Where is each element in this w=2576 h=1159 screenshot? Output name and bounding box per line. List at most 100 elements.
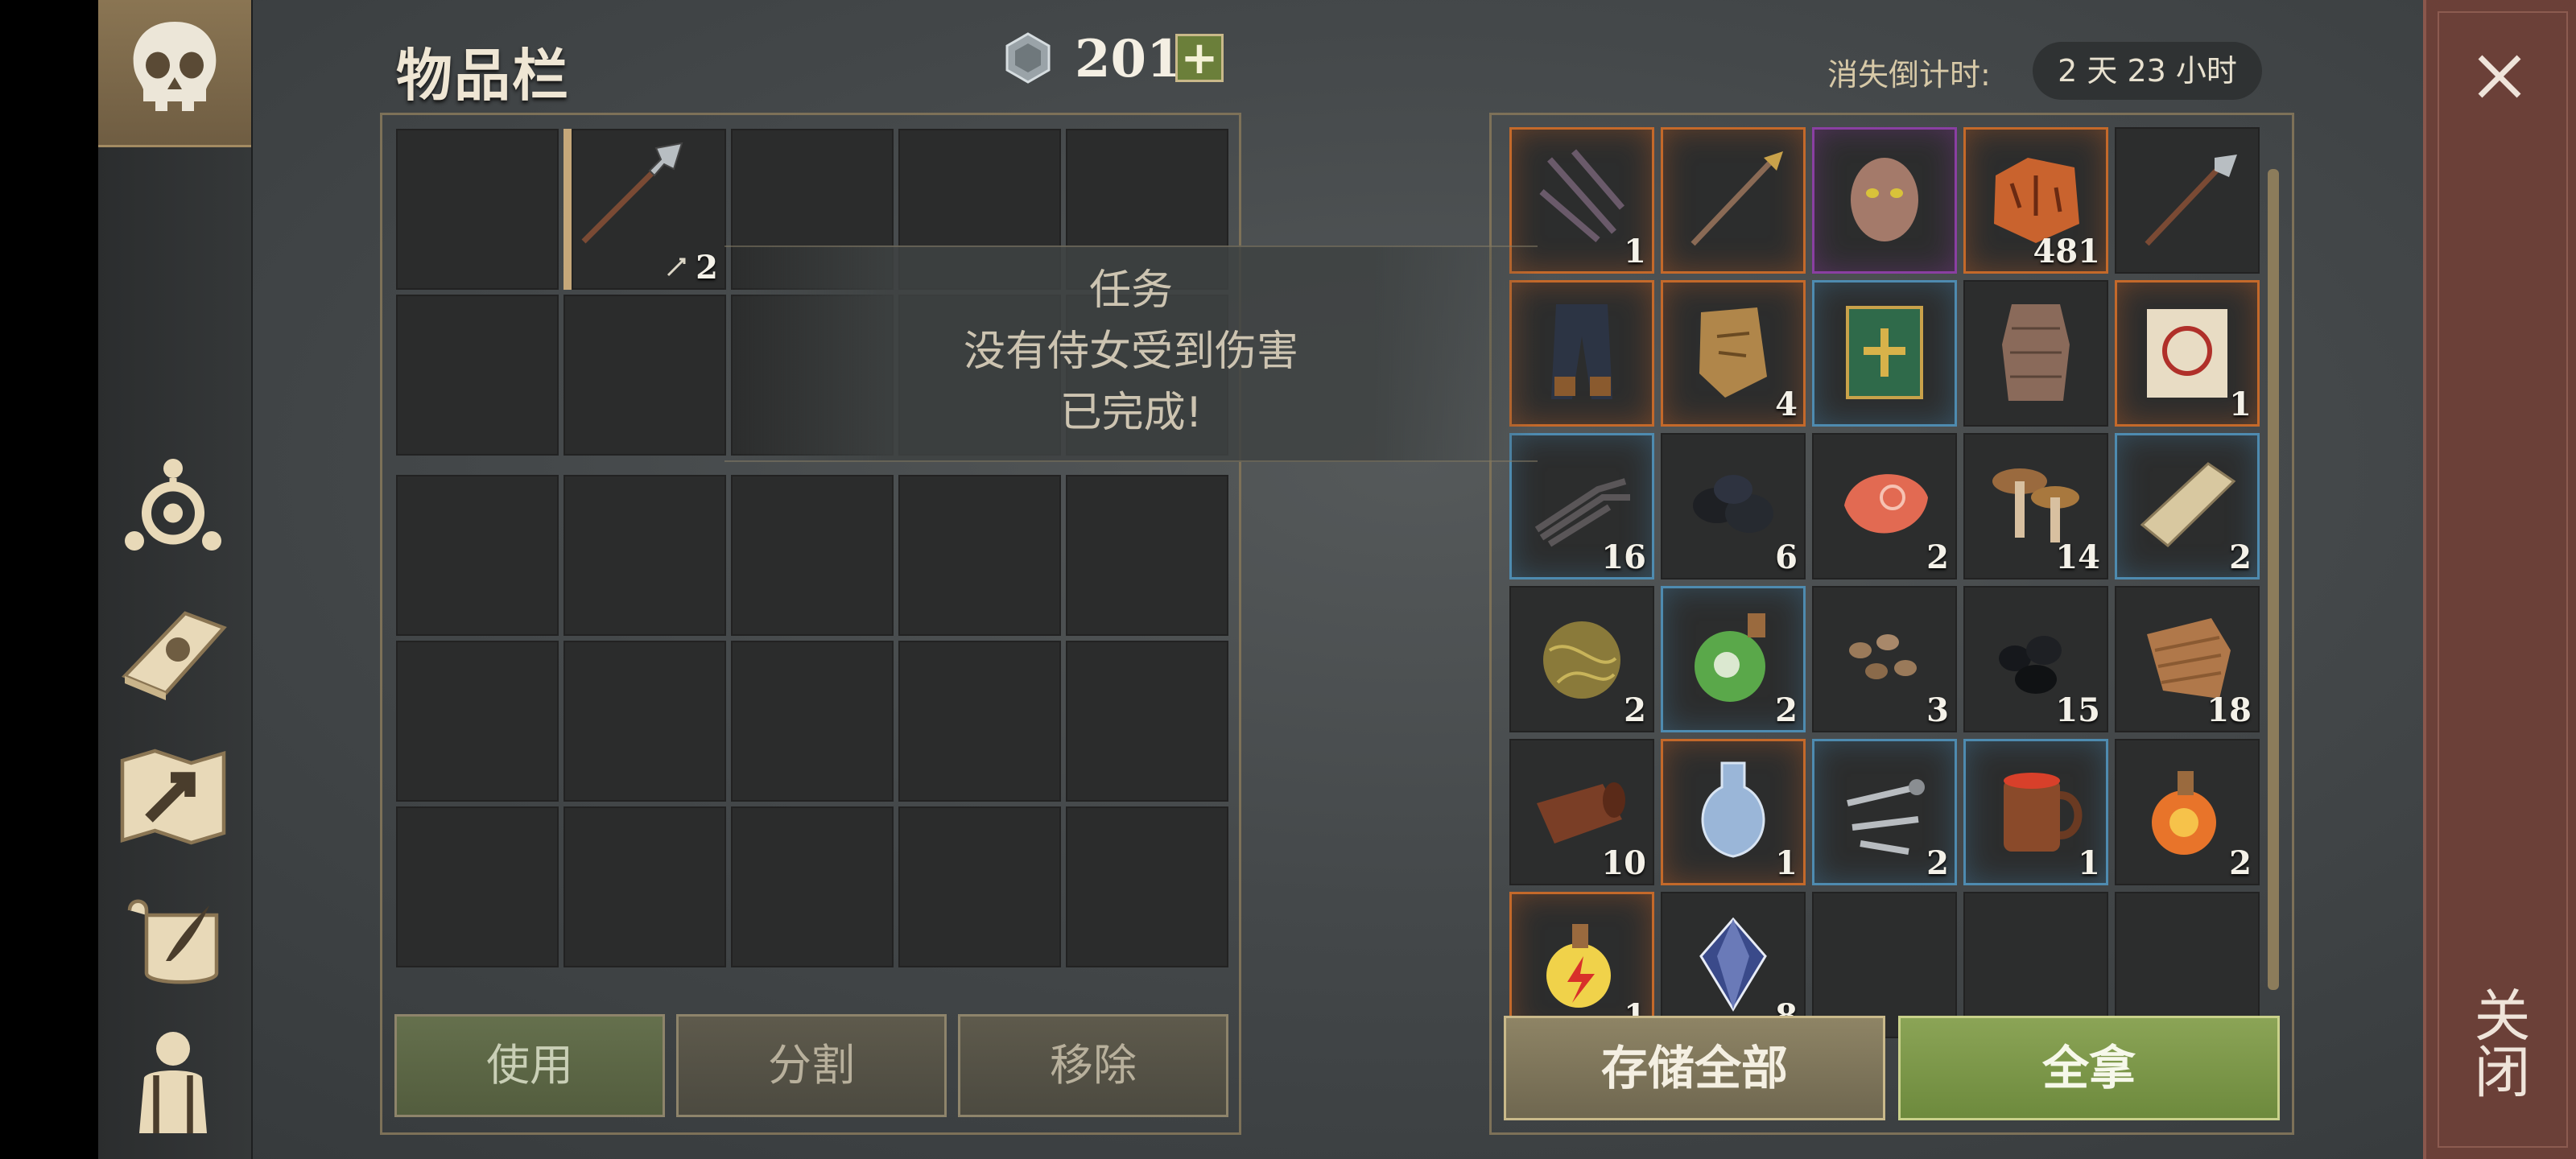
item-count: 10 xyxy=(1601,844,1646,882)
loot-slot[interactable]: 1 xyxy=(1963,739,2108,885)
wood-plank-icon xyxy=(2140,462,2236,548)
sun-book-icon xyxy=(122,611,227,700)
item-count: 2 xyxy=(2229,538,2252,576)
tab-journal[interactable] xyxy=(113,592,233,712)
inventory-slot[interactable] xyxy=(564,295,726,456)
wolf-scroll-icon xyxy=(2147,309,2227,398)
monster-head-icon xyxy=(1851,158,1918,241)
store-all-button[interactable]: 存储全部 xyxy=(1504,1016,1885,1120)
inventory-slot[interactable] xyxy=(396,641,559,802)
inventory-slot[interactable] xyxy=(731,641,894,802)
blue-potion-icon xyxy=(1701,761,1765,858)
fire-potion-icon xyxy=(2152,771,2216,855)
item-count: 1 xyxy=(2078,844,2100,882)
coal-icon xyxy=(1693,475,1773,533)
loot-slot[interactable]: 2 xyxy=(1509,586,1654,732)
loot-scrollbar[interactable] xyxy=(2268,169,2279,990)
ale-mug-icon xyxy=(2004,773,2083,852)
poison-potion-icon xyxy=(1695,613,1765,702)
chainmail-icon xyxy=(2002,304,2070,401)
inventory-slot[interactable] xyxy=(564,806,726,967)
countdown-value: 2 天 23 小时 xyxy=(2033,42,2262,100)
tab-character[interactable] xyxy=(113,1022,233,1143)
loot-slot[interactable] xyxy=(1963,280,2108,427)
cog-nodes-icon xyxy=(125,459,221,551)
item-count: 2 xyxy=(696,249,718,287)
item-count: 1 xyxy=(1775,844,1798,882)
item-count: 2 xyxy=(2229,844,2252,882)
loot-slot[interactable] xyxy=(1812,280,1957,427)
take-all-button[interactable]: 全拿 xyxy=(1898,1016,2280,1120)
tab-quests[interactable] xyxy=(113,881,233,1002)
item-count: 14 xyxy=(2055,538,2100,576)
loot-slot[interactable]: 18 xyxy=(2115,586,2260,732)
fiber-ball-icon xyxy=(1543,621,1620,699)
silver-coin-icon xyxy=(1005,32,1051,84)
loot-slot[interactable]: 2 xyxy=(1661,586,1806,732)
loot-slot[interactable]: 1 xyxy=(1661,739,1806,885)
inventory-slot[interactable] xyxy=(731,475,894,636)
remove-button[interactable]: 移除 xyxy=(958,1014,1228,1117)
loot-slot[interactable]: 1 xyxy=(2115,280,2260,427)
loot-slot[interactable] xyxy=(1812,127,1957,274)
crystal-icon xyxy=(1699,917,1767,1012)
green-book-icon xyxy=(1846,306,1923,399)
item-count: 4 xyxy=(1775,386,1798,423)
toast-status: 已完成! xyxy=(1059,389,1203,437)
item-count: 2 xyxy=(1775,691,1798,729)
close-icon[interactable] xyxy=(2467,44,2532,109)
spear-icon xyxy=(1690,151,1783,246)
inventory-slot[interactable] xyxy=(396,475,559,636)
item-count: 2 xyxy=(1624,691,1646,729)
use-button[interactable]: 使用 xyxy=(394,1014,665,1117)
inventory-slot[interactable] xyxy=(898,641,1061,802)
durability-icon xyxy=(667,258,686,277)
screen-edge xyxy=(0,0,98,1159)
inventory-slot[interactable] xyxy=(898,806,1061,967)
loot-slot[interactable]: 2 xyxy=(1812,433,1957,580)
inventory-slot[interactable] xyxy=(1066,475,1228,636)
currency-value: 201 xyxy=(1075,29,1183,89)
close-button-label[interactable]: 关闭 xyxy=(2465,986,2531,1099)
loot-slot[interactable] xyxy=(1661,127,1806,274)
parchment-map-icon xyxy=(1699,307,1767,398)
inventory-slot[interactable] xyxy=(396,295,559,456)
inventory-slot[interactable] xyxy=(564,641,726,802)
item-count: 16 xyxy=(1601,538,1646,576)
loot-slot[interactable]: 6 xyxy=(1661,433,1806,580)
skull-icon xyxy=(133,22,217,111)
inventory-slot[interactable] xyxy=(564,475,726,636)
split-button[interactable]: 分割 xyxy=(676,1014,947,1117)
quest-toast: 任务 没有侍女受到伤害 已完成! xyxy=(724,245,1538,462)
halberd-icon xyxy=(581,142,683,244)
inventory-slot[interactable] xyxy=(1066,641,1228,802)
loot-slot[interactable]: 14 xyxy=(1963,433,2108,580)
loot-slot[interactable] xyxy=(2115,127,2260,274)
inventory-slot[interactable] xyxy=(396,129,559,290)
inventory-grid-bottom xyxy=(396,475,1228,972)
loot-slot[interactable]: 2 xyxy=(1812,739,1957,885)
loot-slot[interactable]: 4 xyxy=(1661,280,1806,427)
tab-skull[interactable] xyxy=(98,0,251,147)
close-panel[interactable] xyxy=(2423,0,2576,1159)
inventory-slot[interactable]: 2 xyxy=(564,129,726,290)
loot-slot[interactable]: 2 xyxy=(2115,739,2260,885)
loot-slot[interactable]: 15 xyxy=(1963,586,2108,732)
loot-slot[interactable]: 10 xyxy=(1509,739,1654,885)
tab-crafting[interactable] xyxy=(113,447,233,567)
loot-slot[interactable]: 481 xyxy=(1963,127,2108,274)
inventory-slot[interactable] xyxy=(731,806,894,967)
inventory-slot[interactable] xyxy=(898,475,1061,636)
loot-slot[interactable]: 2 xyxy=(2115,433,2260,580)
add-currency-button[interactable]: + xyxy=(1175,34,1224,82)
inventory-slot[interactable] xyxy=(396,806,559,967)
inventory-slot[interactable] xyxy=(1066,806,1228,967)
item-count: 18 xyxy=(2207,691,2252,729)
loot-slot[interactable]: 3 xyxy=(1812,586,1957,732)
scroll-quill-icon xyxy=(127,899,219,984)
tab-map[interactable] xyxy=(113,736,233,857)
nails-icon xyxy=(1847,779,1925,855)
map-arrow-icon xyxy=(120,749,226,845)
toast-message: 没有侍女受到伤害 xyxy=(963,328,1298,376)
raw-fish-icon xyxy=(1844,474,1928,534)
